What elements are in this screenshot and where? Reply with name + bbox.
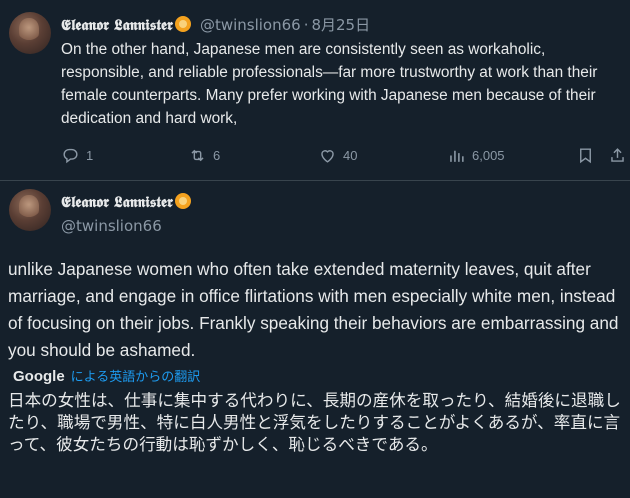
bookmark-button[interactable] (576, 146, 601, 165)
author-name[interactable]: 𝕰𝖑𝖊𝖆𝖓𝖔𝖗 𝕷𝖆𝖓𝖓𝖎𝖘𝖙𝖊𝖗 (61, 16, 173, 34)
reply-icon (63, 148, 78, 164)
author-name[interactable]: 𝕰𝖑𝖊𝖆𝖓𝖔𝖗 𝕷𝖆𝖓𝖓𝖎𝖘𝖙𝖊𝖗 (61, 193, 173, 211)
share-button[interactable] (608, 146, 630, 165)
lion-emoji-icon (174, 16, 191, 32)
retweet-button[interactable]: 6 (188, 146, 220, 165)
author-handle[interactable]: @twinslion66 (200, 16, 301, 34)
retweet-icon (191, 149, 204, 162)
separator: · (303, 16, 309, 34)
tweet-text: unlike Japanese women who often take ext… (8, 259, 619, 360)
tweet-header: 𝕰𝖑𝖊𝖆𝖓𝖔𝖗 𝕷𝖆𝖓𝖓𝖎𝖘𝖙𝖊𝖗 @twinslion66 · 8月25日 (61, 14, 370, 35)
views-button[interactable]: 6,005 (447, 146, 505, 165)
share-icon (611, 148, 624, 162)
bookmark-icon (580, 148, 591, 164)
tweet-date[interactable]: 8月25日 (311, 16, 370, 34)
avatar[interactable] (9, 189, 51, 231)
tweet-text: On the other hand, Japanese men are cons… (61, 41, 598, 127)
translated-text: 日本の女性は、仕事に集中する代わりに、長期の産休を取ったり、結婚後に退職したり、… (8, 391, 621, 454)
tweet-header: 𝕰𝖑𝖊𝖆𝖓𝖔𝖗 𝕷𝖆𝖓𝖓𝖎𝖘𝖙𝖊𝖗 (61, 192, 191, 211)
retweet-count: 6 (213, 148, 221, 163)
reply-button[interactable]: 1 (61, 146, 93, 165)
reply-count: 1 (86, 148, 94, 163)
translation-attribution: Google による英語からの翻訳 (13, 366, 200, 385)
translation-source-link[interactable]: による英語からの翻訳 (71, 370, 201, 385)
author-handle[interactable]: @twinslion66 (61, 217, 162, 235)
like-button[interactable]: 40 (318, 146, 357, 165)
tweet-actions: 1 6 40 6,005 (0, 146, 630, 168)
heart-icon (321, 150, 334, 163)
views-count: 6,005 (472, 148, 505, 163)
like-count: 40 (343, 148, 358, 163)
lion-emoji-icon (174, 193, 191, 209)
tweet-context[interactable]: 𝕰𝖑𝖊𝖆𝖓𝖔𝖗 𝕷𝖆𝖓𝖓𝖎𝖘𝖙𝖊𝖗 @twinslion66 · 8月25日 On … (0, 0, 630, 180)
avatar[interactable] (9, 12, 51, 54)
google-logo: Google (13, 368, 65, 385)
analytics-icon (450, 150, 464, 162)
